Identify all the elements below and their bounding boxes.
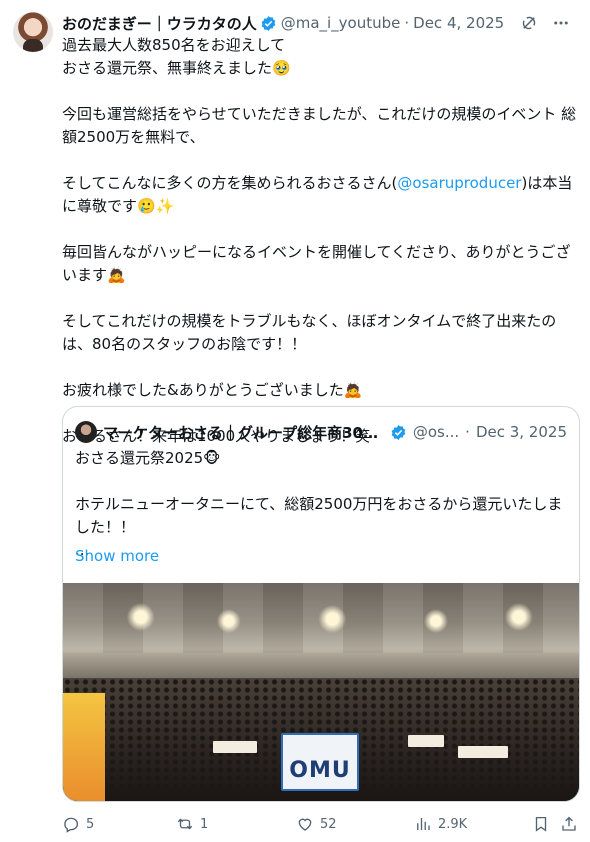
header-actions: [520, 12, 570, 34]
quoted-line: ホテルニューオータニーにて、総額2500万円をおさるから還元いたしました！！: [75, 495, 563, 536]
share-button[interactable]: [560, 812, 578, 836]
tweet-paragraph: お疲れ様でした&ありがとうございました🙇: [62, 381, 363, 399]
tweet-paragraph-prefix: そしてこんなに多くの方を集められるおさるさん(: [62, 174, 398, 192]
omu-sign-text: OMU: [289, 758, 351, 783]
quoted-author-avatar[interactable]: [75, 421, 97, 443]
author-name[interactable]: おのだまぎー｜ウラカタの人: [62, 13, 257, 34]
tweet-header: おのだまぎー｜ウラカタの人 @ma_i_youtube · Dec 4, 202…: [62, 12, 578, 34]
tweet-line: おさる還元祭、無事終えました🥹: [62, 59, 291, 77]
photo-banner: [63, 693, 105, 801]
tweet-line: 過去最大人数850名をお迎えして: [62, 36, 286, 54]
photo-chandeliers: [63, 601, 579, 641]
meta-separator: ·: [404, 14, 410, 32]
author-avatar[interactable]: [13, 12, 53, 52]
author-handle[interactable]: @ma_i_youtube: [281, 14, 401, 32]
repost-count: 1: [200, 816, 209, 832]
meta-separator: ·: [465, 423, 470, 441]
action-bar: 5 1 52 2.9K: [62, 812, 582, 836]
verified-badge-icon: [261, 15, 276, 31]
bookmark-button[interactable]: [532, 812, 550, 836]
reply-icon: [64, 817, 79, 833]
repost-button[interactable]: 1: [176, 812, 208, 836]
views-chart-icon: [417, 818, 430, 830]
grok-icon[interactable]: [520, 14, 538, 32]
quoted-tweet-header: マーケターおさる｜グループ総年商30億... @os... · Dec 3, 2…: [75, 421, 567, 443]
tweet-body: 過去最大人数850名をお迎えして おさる還元祭、無事終えました🥹 今回も運営総括…: [62, 34, 582, 448]
mention-link[interactable]: @osaruproducer: [397, 174, 521, 192]
photo-board: [408, 735, 444, 747]
quoted-tweet-date[interactable]: Dec 3, 2025: [476, 423, 567, 441]
reply-button[interactable]: 5: [62, 812, 94, 836]
tweet-paragraph: 今回も運営総括をやらせていただきましたが、これだけの規模のイベント 総額2500…: [62, 105, 577, 146]
reply-count: 5: [86, 816, 95, 832]
views-button[interactable]: 2.9K: [414, 812, 467, 836]
quoted-tweet[interactable]: マーケターおさる｜グループ総年商30億... @os... · Dec 3, 2…: [62, 406, 580, 802]
quoted-author-name[interactable]: マーケターおさる｜グループ総年商30億...: [103, 422, 387, 443]
bookmark-icon: [535, 816, 547, 832]
quoted-line: おさる還元祭2025🐵: [75, 449, 221, 467]
omu-sign: OMU: [281, 733, 359, 791]
repost-icon: [177, 818, 193, 830]
view-count: 2.9K: [438, 816, 468, 832]
photo-board: [458, 746, 508, 758]
verified-badge-icon: [391, 424, 406, 440]
tweet-paragraph: 毎回皆んながハッピーになるイベントを開催してくださり、ありがとうございます🙇: [62, 243, 571, 284]
share-icon: [562, 816, 576, 831]
photo-board: [213, 741, 257, 753]
heart-icon: [298, 818, 312, 831]
tweet-date[interactable]: Dec 4, 2025: [413, 14, 504, 32]
show-more-link[interactable]: Show more: [75, 547, 159, 565]
event-photo[interactable]: OMU: [63, 583, 579, 801]
quoted-tweet-body: おさる還元祭2025🐵 ホテルニューオータニーにて、総額2500万円をおさるから…: [75, 447, 569, 562]
like-button[interactable]: 52: [296, 812, 337, 836]
more-options-icon[interactable]: [552, 14, 570, 32]
quoted-author-handle[interactable]: @os...: [413, 423, 459, 441]
like-count: 52: [320, 816, 337, 832]
tweet-paragraph: そしてこれだけの規模をトラブルもなく、ほぼオンタイムで終了出来たのは、80名のス…: [62, 312, 557, 353]
